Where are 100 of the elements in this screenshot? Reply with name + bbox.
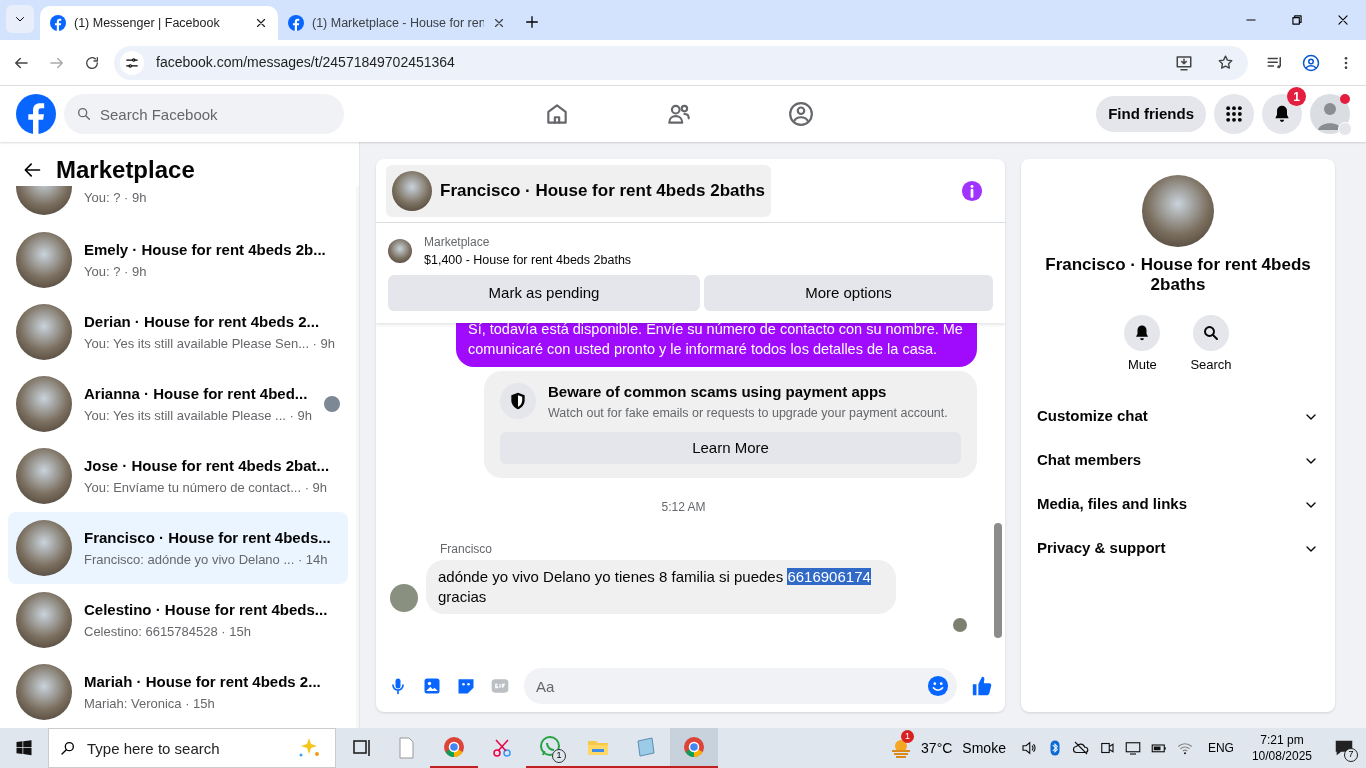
avatar-photo bbox=[16, 304, 72, 360]
thumbs-up-icon[interactable] bbox=[971, 675, 993, 697]
seen-avatar bbox=[953, 618, 967, 633]
chat-bubble-icon[interactable] bbox=[538, 735, 562, 759]
menu-button[interactable] bbox=[1214, 94, 1254, 134]
conversation-item[interactable]: Arianna · House for rent 4bed... You: Yes its still available Please ... · 9h bbox=[8, 368, 348, 440]
notice-text: Watch out for fake emails or requests to upgrade your payment account. bbox=[548, 404, 948, 422]
facebook-logo-icon bbox=[288, 15, 304, 31]
browser-tab[interactable]: (1) Messenger | Facebook bbox=[40, 6, 278, 40]
message-preview: Celestino: 6615784528 · 15h bbox=[84, 622, 252, 641]
taskbar-clock[interactable]: 7:21 pm 10/08/2025 bbox=[1251, 732, 1312, 764]
avatar-photo bbox=[16, 520, 72, 576]
conversation-title: Derian · House for rent 4beds 2... bbox=[84, 312, 321, 332]
sender-name: Francisco bbox=[440, 541, 493, 559]
conversation-item[interactable]: Derian · House for rent 4beds 2... You: Yes its still available Please Sen... · 9h bbox=[8, 296, 348, 368]
install-app-icon[interactable] bbox=[1175, 53, 1193, 72]
search-icon bbox=[1202, 324, 1220, 342]
groups-icon[interactable] bbox=[788, 101, 814, 127]
message-preview: You: ? · 9h bbox=[84, 189, 148, 207]
info-icon[interactable] bbox=[961, 179, 983, 202]
notification-center-button[interactable]: 7 bbox=[1322, 737, 1366, 759]
conversation-title: Emely · House for rent 4beds 2b... bbox=[84, 240, 327, 260]
profile-icon[interactable] bbox=[1302, 53, 1320, 72]
avatar-photo bbox=[390, 584, 418, 613]
mark-pending-button[interactable]: Mark as pending bbox=[388, 275, 700, 311]
search-field[interactable]: Search Facebook bbox=[64, 94, 344, 134]
star-icon[interactable] bbox=[1217, 54, 1234, 71]
volume-icon[interactable] bbox=[1019, 739, 1038, 757]
cloud-offline-icon[interactable] bbox=[1071, 739, 1090, 757]
section-header[interactable]: Chat members bbox=[1029, 438, 1327, 483]
windows-start-icon[interactable] bbox=[15, 739, 33, 757]
listing-photo bbox=[388, 239, 412, 263]
sticker-icon[interactable] bbox=[456, 676, 476, 696]
back-arrow-icon[interactable] bbox=[22, 160, 42, 180]
facebook-logo-icon bbox=[50, 15, 66, 31]
section-header[interactable]: Media, files and links bbox=[1029, 482, 1327, 527]
language-indicator[interactable]: ENG bbox=[1207, 739, 1234, 757]
avatar-photo bbox=[16, 448, 72, 504]
avatar-photo bbox=[16, 592, 72, 648]
display-icon[interactable] bbox=[1123, 739, 1142, 757]
close-icon[interactable] bbox=[492, 16, 506, 30]
chrome-icon[interactable] bbox=[682, 735, 706, 759]
message-preview: Francisco: adónde yo vivo Delano ... · 14h bbox=[84, 550, 329, 569]
message-preview: You: Yes its still available Please ... · 9h bbox=[84, 406, 312, 425]
find-friends-button[interactable]: Find friends bbox=[1096, 96, 1206, 132]
search-icon bbox=[60, 740, 76, 756]
listing-title[interactable]: $1,400 - House for rent 4beds 2baths bbox=[424, 251, 632, 269]
app-badge: 1 bbox=[552, 749, 566, 763]
avatar-photo bbox=[392, 170, 432, 211]
conversation-item[interactable]: Mariah · House for rent 4beds 2... Mariah: Veronica · 15h bbox=[8, 656, 348, 728]
browser-tab[interactable]: (1) Marketplace - House for ren bbox=[278, 6, 516, 40]
conversation-item[interactable]: Jose · House for rent 4beds 2bat... You: Envíame tu número de contact... · 9h bbox=[8, 440, 348, 512]
emoji-icon[interactable] bbox=[927, 675, 949, 697]
conversation-item[interactable]: Emely · House for rent 4beds 2b... You: ? · 9h bbox=[8, 224, 348, 296]
new-tab-icon[interactable] bbox=[524, 14, 540, 30]
message-preview: You: Yes its still available Please Sen... · 9h bbox=[84, 334, 336, 353]
notice-title: Beware of common scams using payment apps bbox=[548, 382, 888, 402]
notepad-icon[interactable] bbox=[634, 735, 658, 759]
profile-avatar[interactable] bbox=[1310, 94, 1350, 134]
avatar-photo bbox=[16, 232, 72, 288]
conversation-title: Jose · House for rent 4beds 2bat... bbox=[84, 456, 331, 476]
sidebar-title: Marketplace bbox=[56, 155, 195, 185]
message-input[interactable]: Aa bbox=[524, 668, 957, 704]
close-icon[interactable] bbox=[1336, 13, 1350, 27]
chat-title[interactable]: Francisco · House for rent 4beds 2baths bbox=[386, 164, 771, 217]
shield-icon bbox=[508, 391, 528, 411]
image-icon[interactable] bbox=[422, 676, 442, 696]
learn-more-button[interactable]: Learn More bbox=[500, 432, 961, 465]
conversation-title: Celestino · House for rent 4beds... bbox=[84, 600, 329, 620]
weather-badge: 1 bbox=[901, 730, 915, 743]
section-header[interactable]: Customize chat bbox=[1029, 394, 1327, 439]
avatar-photo bbox=[16, 376, 72, 432]
notification-badge: 1 bbox=[1287, 87, 1306, 106]
section-header[interactable]: Privacy & support bbox=[1029, 526, 1327, 571]
message-preview: Mariah: Veronica · 15h bbox=[84, 694, 216, 713]
message-preview: You: ? · 9h bbox=[84, 262, 148, 281]
close-icon[interactable] bbox=[254, 16, 268, 30]
conversation-item[interactable]: You: ? · 9h bbox=[8, 186, 348, 224]
outgoing-message: Sí, todavía está disponible. Envíe su número de contacto con su nombre. Me comunicaré con usted pronto y le informaré todos los detalles de la casa. bbox=[456, 323, 977, 367]
chrome-icon[interactable] bbox=[442, 735, 466, 759]
grid-icon bbox=[1224, 104, 1244, 124]
conversation-item[interactable]: Celestino · House for rent 4beds... Celestino: 6615784528 · 15h bbox=[8, 584, 348, 656]
notifications-button[interactable] bbox=[1262, 94, 1302, 134]
conversation-title: Francisco · House for rent 4beds... bbox=[84, 528, 332, 548]
address-bar[interactable]: facebook.com/messages/t/24571849702451364 bbox=[114, 45, 1248, 80]
restore-icon[interactable] bbox=[1290, 13, 1304, 27]
message-timestamp: 5:12 AM bbox=[661, 499, 706, 517]
more-options-button[interactable]: More options bbox=[704, 275, 993, 311]
reload-icon[interactable] bbox=[84, 54, 100, 71]
contact-name: Francisco · House for rent 4beds 2baths bbox=[1044, 255, 1312, 295]
facebook-logo-icon[interactable] bbox=[16, 94, 56, 134]
taskbar-search-field[interactable]: Type here to search bbox=[48, 728, 336, 768]
site-settings-icon[interactable] bbox=[125, 55, 139, 70]
conversation-item[interactable]: Francisco · House for rent 4beds... Francisco: adónde yo vivo Delano ... · 14h bbox=[8, 512, 348, 584]
conversation-title: Arianna · House for rent 4bed... bbox=[84, 384, 309, 404]
home-icon[interactable] bbox=[544, 101, 570, 127]
incoming-message: adónde yo vivo Delano yo tienes 8 familia si puedes 6616906174 gracias bbox=[426, 560, 896, 615]
avatar-photo bbox=[16, 664, 72, 720]
conversation-title: Mariah · House for rent 4beds 2... bbox=[84, 672, 322, 692]
listing-source: Marketplace bbox=[424, 234, 491, 251]
